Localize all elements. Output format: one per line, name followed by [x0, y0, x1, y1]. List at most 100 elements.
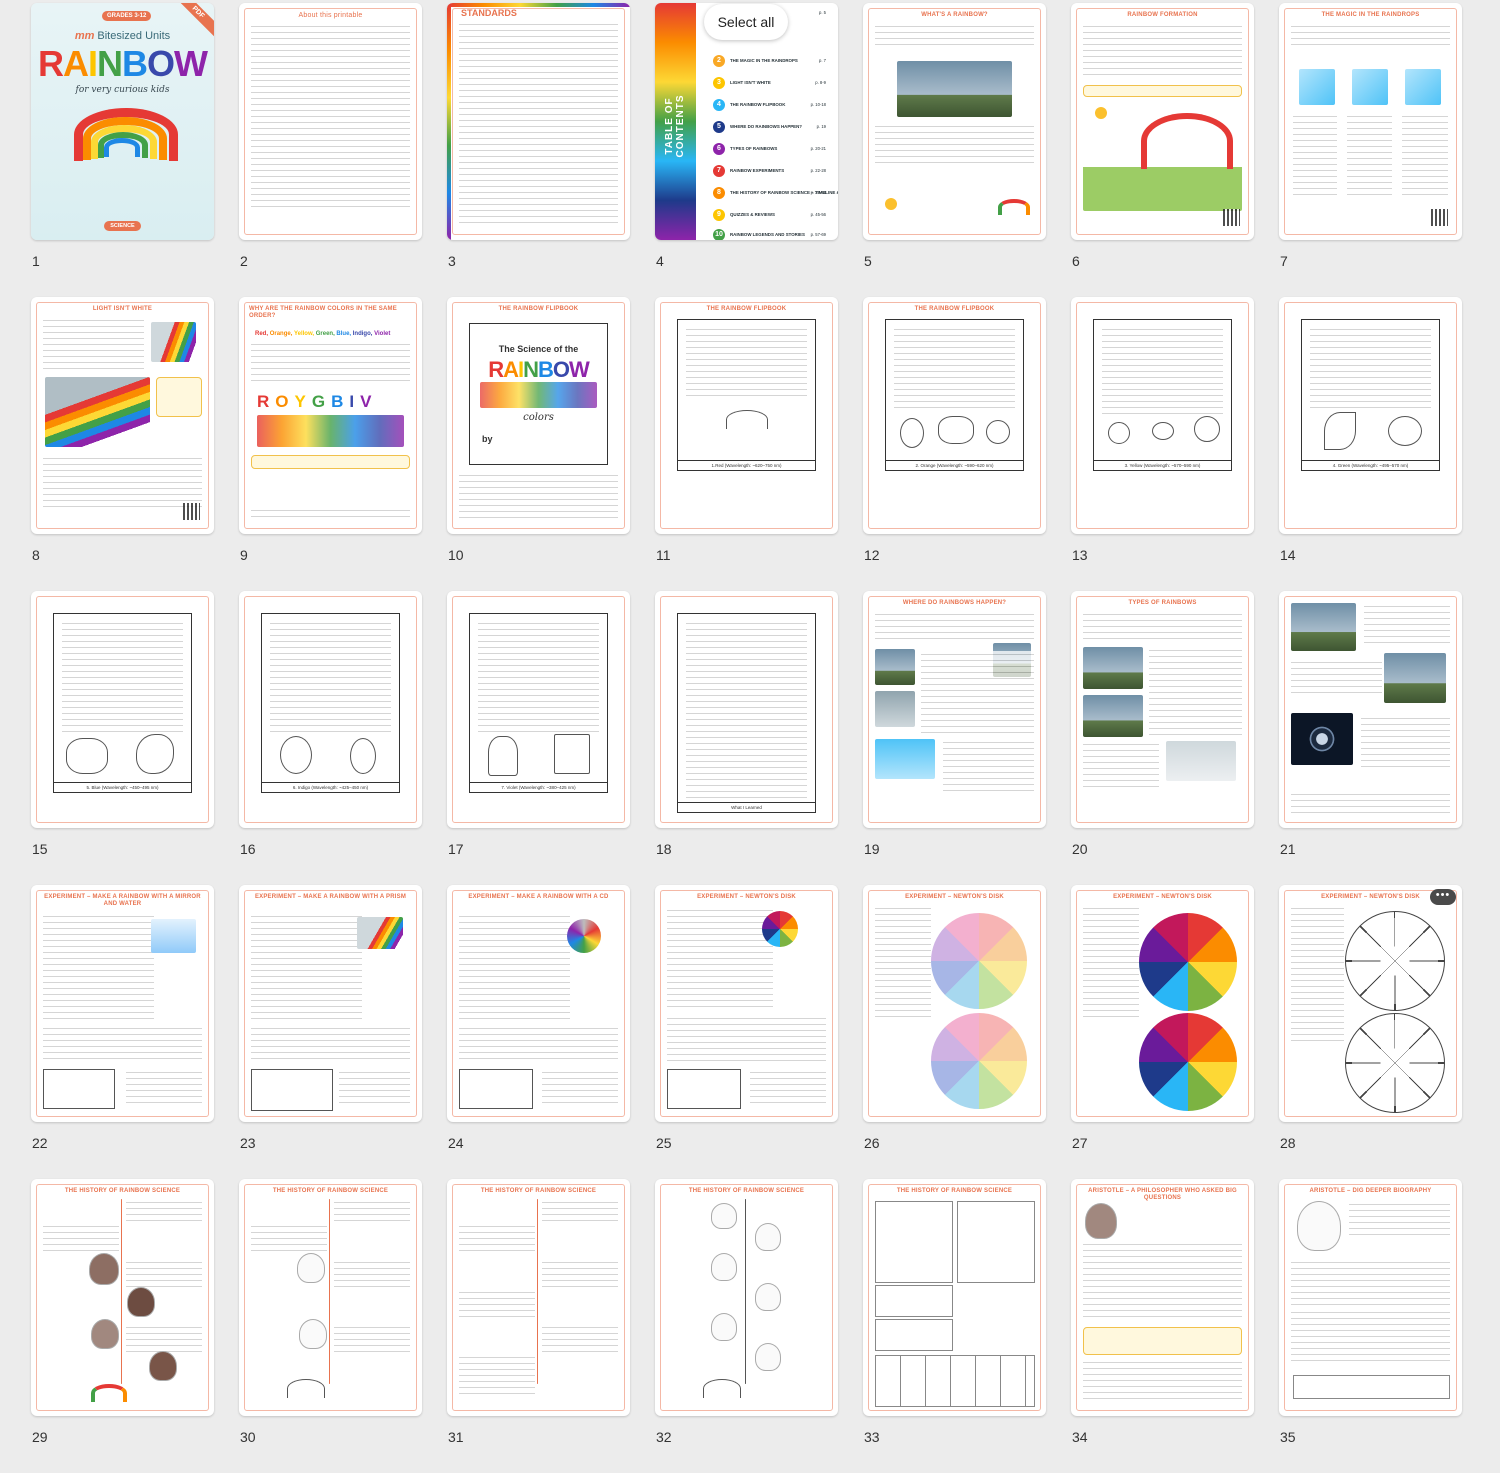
page-thumbnail[interactable]: EXPERIMENT – MAKE A RAINBOW WITH A MIRRO… [31, 885, 214, 1122]
page-thumbnail[interactable]: 4. Green (Wavelength: ~495–570 nm) [1279, 297, 1462, 534]
page-thumbnail[interactable]: THE RAINBOW FLIPBOOK 2. Orange (Waveleng… [863, 297, 1046, 534]
page-number: 14 [1280, 547, 1296, 563]
flipbook-page: 5. Blue (Wavelength: ~450–495 nm) [53, 613, 192, 793]
portrait-illustration [149, 1351, 177, 1381]
page-title: THE RAINBOW FLIPBOOK [914, 306, 995, 312]
page-thumbnail[interactable]: THE HISTORY OF RAINBOW SCIENCE [31, 1179, 214, 1416]
page-thumbnail[interactable]: EXPERIMENT – NEWTON'S DISK [1071, 885, 1254, 1122]
page-thumbnail[interactable]: 3. Yellow (Wavelength: ~570–590 nm) [1071, 297, 1254, 534]
blank-wheel-template [1345, 911, 1445, 1011]
text-block [1293, 113, 1337, 200]
page-thumbnail[interactable]: ARISTOTLE – DIG DEEPER BIOGRAPHY [1279, 1179, 1462, 1416]
text-block [459, 1025, 618, 1062]
page-title: EXPERIMENT – NEWTON'S DISK [697, 894, 796, 900]
page-thumb-cell: ARISTOTLE – DIG DEEPER BIOGRAPHY 35 [1279, 1179, 1462, 1473]
lemon-drawing [1108, 422, 1130, 444]
page-thumbnail[interactable]: WHERE DO RAINBOWS HAPPEN? [863, 591, 1046, 828]
page-number: 35 [1280, 1429, 1296, 1445]
title-letter: R [37, 43, 64, 84]
flipbook-caption: 1.Red (Wavelength: ~620–750 nm) [678, 460, 815, 468]
question-block [1083, 1359, 1242, 1402]
text-block [1310, 326, 1431, 410]
toc-number-badge: 8 [713, 187, 725, 199]
page-thumb-cell: TYPES OF RAINBOWS 20 [1071, 591, 1254, 885]
toc-item: 7 RAINBOW EXPERIMENTS p. 22-28 [713, 165, 830, 177]
page-thumbnail[interactable]: LIGHT ISN'T WHITE [31, 297, 214, 534]
page-thumbnail[interactable]: TYPES OF RAINBOWS [1071, 591, 1254, 828]
flipbook-title: RAINBOW [470, 357, 607, 383]
experiment-illustration [151, 919, 196, 953]
page-title: STANDARDS [461, 8, 517, 18]
page-thumb-cell: THE HISTORY OF RAINBOW SCIENCE 32 [655, 1179, 838, 1473]
page-thumbnail-grid: GRADES 3-12 PDF mm Bitesized Units RAINBO… [31, 3, 1462, 1445]
page-thumb-cell: THE HISTORY OF RAINBOW SCIENCE 30 [239, 1179, 422, 1473]
timeline-entry [334, 1199, 410, 1226]
flipbook-caption: 7. Violet (Wavelength: ~380–425 nm) [470, 782, 607, 790]
timeline-entry [251, 1223, 327, 1251]
text-block [1083, 741, 1159, 788]
rainbow-border [447, 3, 630, 7]
page-thumb-cell: About this printable 2 [239, 3, 422, 297]
series-name: Bitesized Units [97, 30, 171, 42]
title-letter: I [87, 43, 98, 84]
page-thumbnail[interactable]: EXPERIMENT – MAKE A RAINBOW WITH A PRISM [239, 885, 422, 1122]
select-all-button[interactable]: Select all [704, 4, 788, 40]
toc-item: 4 THE RAINBOW FLIPBOOK p. 10-18 [713, 99, 830, 111]
instructions-block [667, 907, 773, 1012]
portrait-outline [755, 1223, 781, 1251]
page-thumbnail[interactable]: EXPERIMENT – NEWTON'S DISK [1279, 885, 1462, 1122]
waterfall-photo [875, 691, 915, 727]
page-thumbnail[interactable] [1279, 591, 1462, 828]
page-title: WHAT'S A RAINBOW? [921, 12, 988, 18]
page-thumbnail[interactable]: STANDARDS [447, 3, 630, 240]
page-thumbnail[interactable]: GRADES 3-12 PDF mm Bitesized Units RAINBO… [31, 3, 214, 240]
instructions-block [875, 905, 931, 1022]
page-thumbnail[interactable]: THE HISTORY OF RAINBOW SCIENCE [447, 1179, 630, 1416]
page-title: EXPERIMENT – NEWTON'S DISK [905, 894, 1004, 900]
page-number: 31 [448, 1429, 464, 1445]
timeline-entry [459, 1354, 535, 1396]
page-thumbnail[interactable]: THE RAINBOW FLIPBOOK The Science of the … [447, 297, 630, 534]
page-thumbnail[interactable]: 6. Indigo (Wavelength: ~425–450 nm) [239, 591, 422, 828]
timeline-entry [43, 1223, 119, 1251]
page-thumbnail[interactable]: EXPERIMENT – NEWTON'S DISK [655, 885, 838, 1122]
page-title: RAINBOW FORMATION [1127, 12, 1198, 18]
page-thumb-cell: EXPERIMENT – NEWTON'S DISK 25 [655, 885, 838, 1179]
page-thumbnail[interactable]: WHY ARE THE RAINBOW COLORS IN THE SAME O… [239, 297, 422, 534]
page-thumbnail[interactable]: THE HISTORY OF RAINBOW SCIENCE [239, 1179, 422, 1416]
timeline-entry [334, 1259, 410, 1291]
page-thumbnail[interactable]: 7. Violet (Wavelength: ~380–425 nm) [447, 591, 630, 828]
portrait-illustration [127, 1287, 155, 1317]
toc-number-badge: 4 [713, 99, 725, 111]
page-thumbnail[interactable]: About this printable [239, 3, 422, 240]
page-number: 18 [656, 841, 672, 857]
page-thumbnail[interactable]: RAINBOW FORMATION [1071, 3, 1254, 240]
more-options-button[interactable]: ••• [1430, 889, 1456, 905]
page-thumb-cell: EXPERIMENT – NEWTON'S DISK 26 [863, 885, 1046, 1179]
page-thumbnail[interactable]: THE HISTORY OF RAINBOW SCIENCE [863, 1179, 1046, 1416]
roygbiv-letter: G [311, 392, 332, 411]
page-number: 4 [656, 253, 664, 269]
page-thumbnail[interactable]: THE MAGIC IN THE RAINDROPS [1279, 3, 1462, 240]
page-thumbnail[interactable]: ARISTOTLE – A PHILOSOPHER WHO ASKED BIG … [1071, 1179, 1254, 1416]
page-thumb-cell: TABLE OF CONTENTS 1WHAT'S A RAINBOW?p. 5… [655, 3, 838, 297]
page-thumbnail[interactable]: WHAT'S A RAINBOW? [863, 3, 1046, 240]
aristotle-portrait [1085, 1203, 1117, 1239]
page-title: THE HISTORY OF RAINBOW SCIENCE [688, 1188, 805, 1194]
page-thumbnail[interactable]: What I Learned [655, 591, 838, 828]
rainbow-photo [897, 61, 1012, 117]
page-thumbnail[interactable]: EXPERIMENT – MAKE A RAINBOW WITH A CD [447, 885, 630, 1122]
page-thumbnail[interactable]: 5. Blue (Wavelength: ~450–495 nm) [31, 591, 214, 828]
page-number: 11 [656, 547, 671, 563]
did-you-know-box [1083, 85, 1242, 97]
title-letter: W [569, 357, 590, 382]
rainbow-outline [703, 1379, 741, 1398]
page-thumbnail[interactable]: EXPERIMENT – NEWTON'S DISK [863, 885, 1046, 1122]
page-thumbnail[interactable]: THE HISTORY OF RAINBOW SCIENCE [655, 1179, 838, 1416]
page-title: THE RAINBOW FLIPBOOK [706, 306, 787, 312]
text-block [1083, 23, 1242, 75]
flipbook-page: 1.Red (Wavelength: ~620–750 nm) [677, 319, 816, 471]
roygbiv-letter: O [275, 392, 295, 411]
toc-page-ref: p. 20-21 [810, 146, 826, 151]
page-thumbnail[interactable]: THE RAINBOW FLIPBOOK 1.Red (Wavelength: … [655, 297, 838, 534]
